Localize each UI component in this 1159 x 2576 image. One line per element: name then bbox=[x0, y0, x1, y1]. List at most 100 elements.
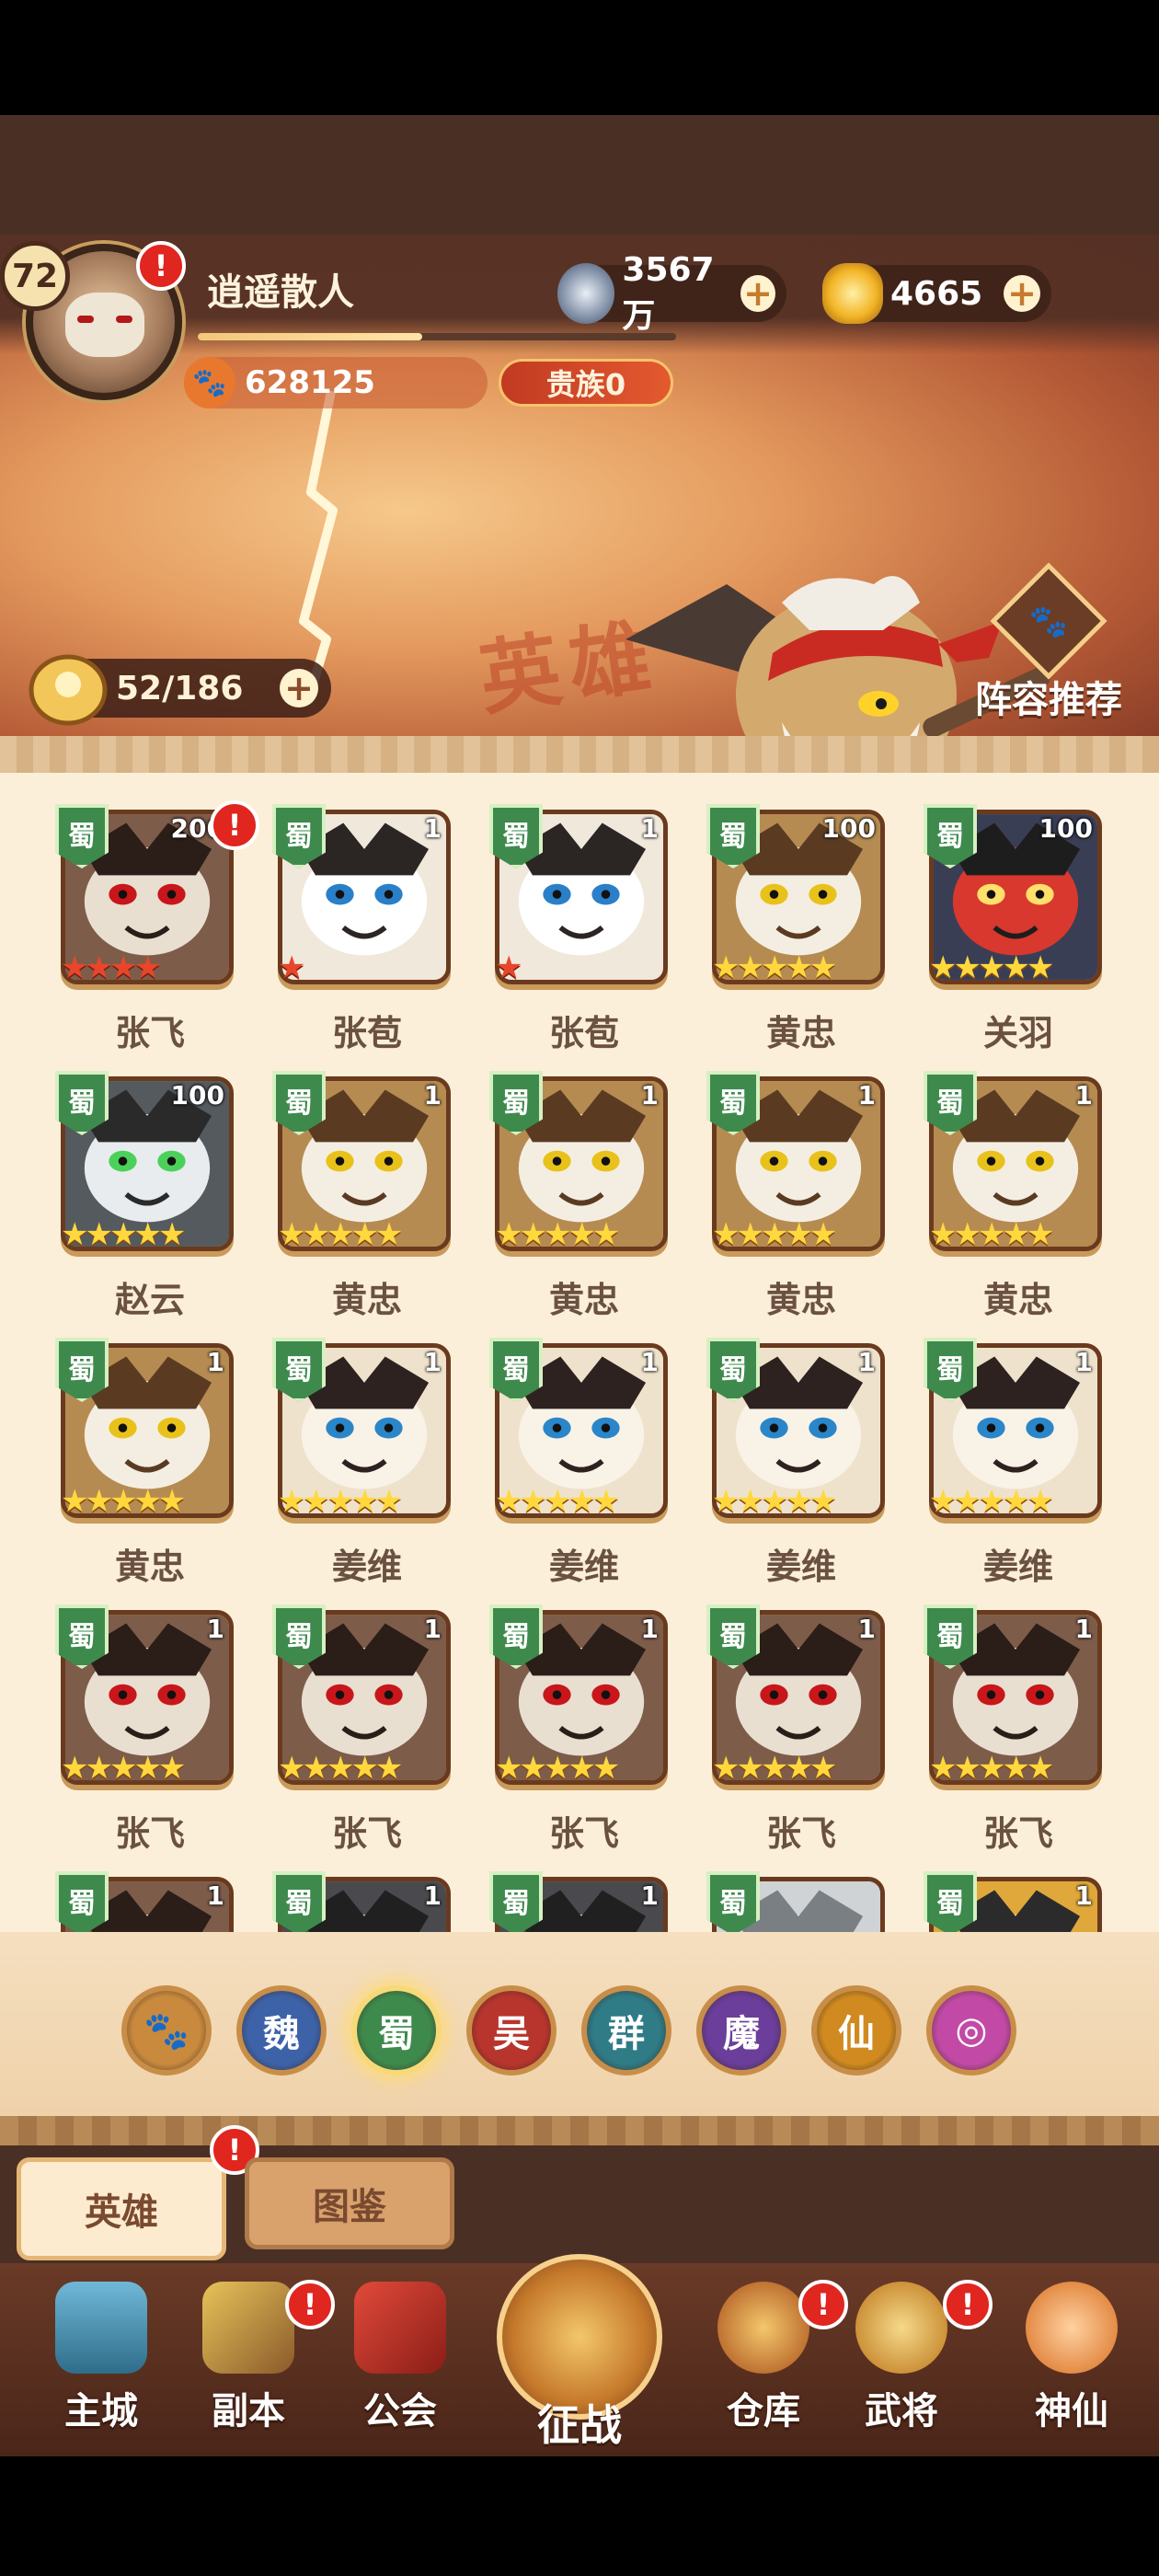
hero-name: 黄忠 bbox=[114, 1547, 185, 1587]
hero-level: 1 bbox=[206, 1347, 224, 1377]
noble-rank-button[interactable]: 贵族0 bbox=[499, 359, 673, 407]
star-rating: ★★★★★ bbox=[278, 1483, 403, 1520]
filter-wu-button[interactable]: 吴 bbox=[466, 1985, 557, 2076]
faction-badge: 蜀 bbox=[706, 1871, 760, 1932]
hero-card[interactable]: 蜀 100 ★★★★★ 赵云 bbox=[53, 1071, 237, 1325]
hero-card[interactable]: 蜀1 bbox=[488, 1871, 671, 1932]
add-coins-button[interactable]: + bbox=[740, 275, 775, 312]
hero-card[interactable]: 蜀 1 ★★★★★ 张飞 bbox=[705, 1604, 889, 1858]
hero-name: 张飞 bbox=[331, 1813, 402, 1854]
hero-name: 黄忠 bbox=[765, 1280, 836, 1320]
star-rating: ★★★★★ bbox=[495, 1483, 620, 1520]
gold-ingot-icon bbox=[822, 263, 883, 324]
hero-level: 1 bbox=[423, 1880, 442, 1911]
hero-card[interactable]: 蜀1 bbox=[53, 1871, 237, 1932]
star-rating: ★ bbox=[278, 949, 306, 986]
star-rating: ★★★★★ bbox=[61, 1483, 186, 1520]
star-rating: ★★★★★ bbox=[929, 1483, 1054, 1520]
filter-all-button[interactable]: 🐾 bbox=[121, 1985, 212, 2076]
hero-card[interactable]: 蜀 200 ★★★★ 张飞! bbox=[53, 800, 259, 1058]
general-cat-icon bbox=[855, 2282, 947, 2374]
hero-grid-viewport[interactable]: 蜀 200 ★★★★ 张飞! 蜀 1 ★ 张苞蜀 1 ★ 张苞蜀 100 ★★★★★ 黄忠蜀 100 ★★★★… bbox=[0, 791, 1159, 1932]
hero-card[interactable]: 蜀 1 ★★★★★ 姜维 bbox=[488, 1338, 671, 1592]
avatar-alert-icon: ! bbox=[136, 241, 186, 291]
hero-count-value: 52/186 bbox=[116, 669, 244, 707]
player-name: 逍遥散人 bbox=[207, 271, 354, 314]
hero-card[interactable]: 蜀 1 ★★★★★ 黄忠 bbox=[922, 1071, 1106, 1325]
hero-card[interactable]: 蜀1 bbox=[270, 1871, 454, 1932]
lightning-decoration bbox=[299, 391, 338, 704]
filter-xian-button[interactable]: 仙 bbox=[811, 1985, 901, 2076]
hero-card[interactable]: 蜀 1 ★★★★★ 张飞 bbox=[922, 1604, 1106, 1858]
filter-mo-button[interactable]: 魔 bbox=[696, 1985, 786, 2076]
filter-qun-button[interactable]: 群 bbox=[581, 1985, 671, 2076]
hero-name: 姜维 bbox=[548, 1547, 619, 1587]
hero-card[interactable]: 蜀 100 ★★★★★ 黄忠 bbox=[705, 804, 889, 1058]
hero-card[interactable]: 蜀 1 ★★★★★ 黄忠 bbox=[488, 1071, 671, 1325]
nav-city-label: 主城 bbox=[64, 2390, 138, 2432]
nav-immortal-label: 神仙 bbox=[1035, 2390, 1108, 2432]
hero-card[interactable]: 蜀 1 ★ 张苞 bbox=[488, 804, 671, 1058]
nav-immortal[interactable]: 神仙 bbox=[1003, 2282, 1141, 2438]
hero-card[interactable]: 蜀1 bbox=[922, 1871, 1106, 1932]
hero-card[interactable]: 蜀 1 ★★★★★ 姜维 bbox=[705, 1338, 889, 1592]
tabs-rail bbox=[0, 2116, 1159, 2145]
hero-level: 1 bbox=[640, 1347, 659, 1377]
star-rating: ★★★★★ bbox=[712, 949, 837, 986]
hero-card[interactable]: 蜀 1 ★★★★★ 张飞 bbox=[270, 1604, 454, 1858]
hero-level: 1 bbox=[640, 1880, 659, 1911]
nav-city[interactable]: 主城 bbox=[32, 2282, 170, 2438]
hero-name: 姜维 bbox=[765, 1547, 836, 1587]
coin-icon bbox=[557, 263, 615, 324]
hero-card[interactable]: 蜀 1 ★★★★★ 黄忠 bbox=[705, 1071, 889, 1325]
hero-level: 1 bbox=[857, 1347, 876, 1377]
exp-bar-fill bbox=[198, 333, 423, 340]
coins-pill: 3567万 + bbox=[557, 251, 786, 335]
hero-card[interactable]: 蜀 1 ★★★★★ 姜维 bbox=[270, 1338, 454, 1592]
hero-level: 100 bbox=[821, 813, 876, 844]
gold-pill: 4665 + bbox=[822, 263, 1051, 324]
star-rating: ★★★★★ bbox=[278, 1216, 403, 1253]
hero-name: 关羽 bbox=[982, 1013, 1053, 1053]
nav-battle-label: 征战 bbox=[537, 2400, 622, 2450]
hero-name: 黄忠 bbox=[765, 1013, 836, 1053]
filter-shu-button[interactable]: 蜀 bbox=[351, 1985, 442, 2076]
status-bar-area bbox=[0, 0, 1159, 115]
star-rating: ★ bbox=[495, 949, 523, 986]
hero-level: 1 bbox=[1074, 1080, 1093, 1110]
coins-value: 3567万 bbox=[622, 250, 715, 335]
tab-heroes[interactable]: 英雄 bbox=[17, 2157, 226, 2260]
hero-card[interactable]: 蜀 1 ★★★★★ 黄忠 bbox=[53, 1338, 237, 1592]
castle-icon bbox=[55, 2282, 147, 2374]
paw-icon: 🐾 bbox=[184, 357, 235, 408]
lineup-recommend-label: 阵容推荐 bbox=[975, 679, 1122, 721]
nav-dungeon-label: 副本 bbox=[212, 2390, 285, 2432]
filter-wei-button[interactable]: 魏 bbox=[236, 1985, 327, 2076]
hero-card[interactable]: 蜀 1 ★★★★★ 姜维 bbox=[922, 1338, 1106, 1592]
hero-card[interactable]: 蜀 1 ★★★★★ 黄忠 bbox=[270, 1071, 454, 1325]
star-rating: ★★★★ bbox=[61, 949, 162, 986]
exp-bar bbox=[198, 333, 676, 340]
lineup-recommend-button[interactable]: 🐾 阵容推荐 bbox=[957, 562, 1141, 727]
nav-generals-label: 武将 bbox=[865, 2390, 938, 2432]
expand-hero-slots-button[interactable]: + bbox=[280, 669, 318, 707]
power-pill: 🐾 628125 bbox=[184, 357, 488, 408]
tab-codex[interactable]: 图鉴 bbox=[245, 2157, 454, 2249]
nav-guild[interactable]: 公会 bbox=[331, 2282, 469, 2438]
faction-badge: 蜀 bbox=[924, 1871, 977, 1932]
hero-card[interactable]: 蜀 100 ★★★★★ 关羽 bbox=[922, 804, 1106, 1058]
hero-level: 1 bbox=[1074, 1614, 1093, 1644]
hero-level: 1 bbox=[423, 813, 442, 844]
hero-card[interactable]: 蜀 bbox=[705, 1871, 889, 1932]
avatar-face bbox=[65, 293, 144, 357]
hero-card[interactable]: 蜀 1 ★★★★★ 张飞 bbox=[53, 1604, 237, 1858]
hero-name: 赵云 bbox=[114, 1280, 185, 1320]
gold-value: 4665 bbox=[890, 274, 983, 313]
hero-card[interactable]: 蜀 1 ★ 张苞 bbox=[270, 804, 454, 1058]
hero-card[interactable]: 蜀 1 ★★★★★ 张飞 bbox=[488, 1604, 671, 1858]
filter-special-button[interactable]: ◎ bbox=[926, 1985, 1016, 2076]
nav-battle[interactable]: 征战 bbox=[488, 2236, 671, 2456]
hero-name: 张苞 bbox=[548, 1013, 619, 1053]
add-gold-button[interactable]: + bbox=[1004, 275, 1040, 312]
hero-name: 张飞 bbox=[765, 1813, 836, 1854]
